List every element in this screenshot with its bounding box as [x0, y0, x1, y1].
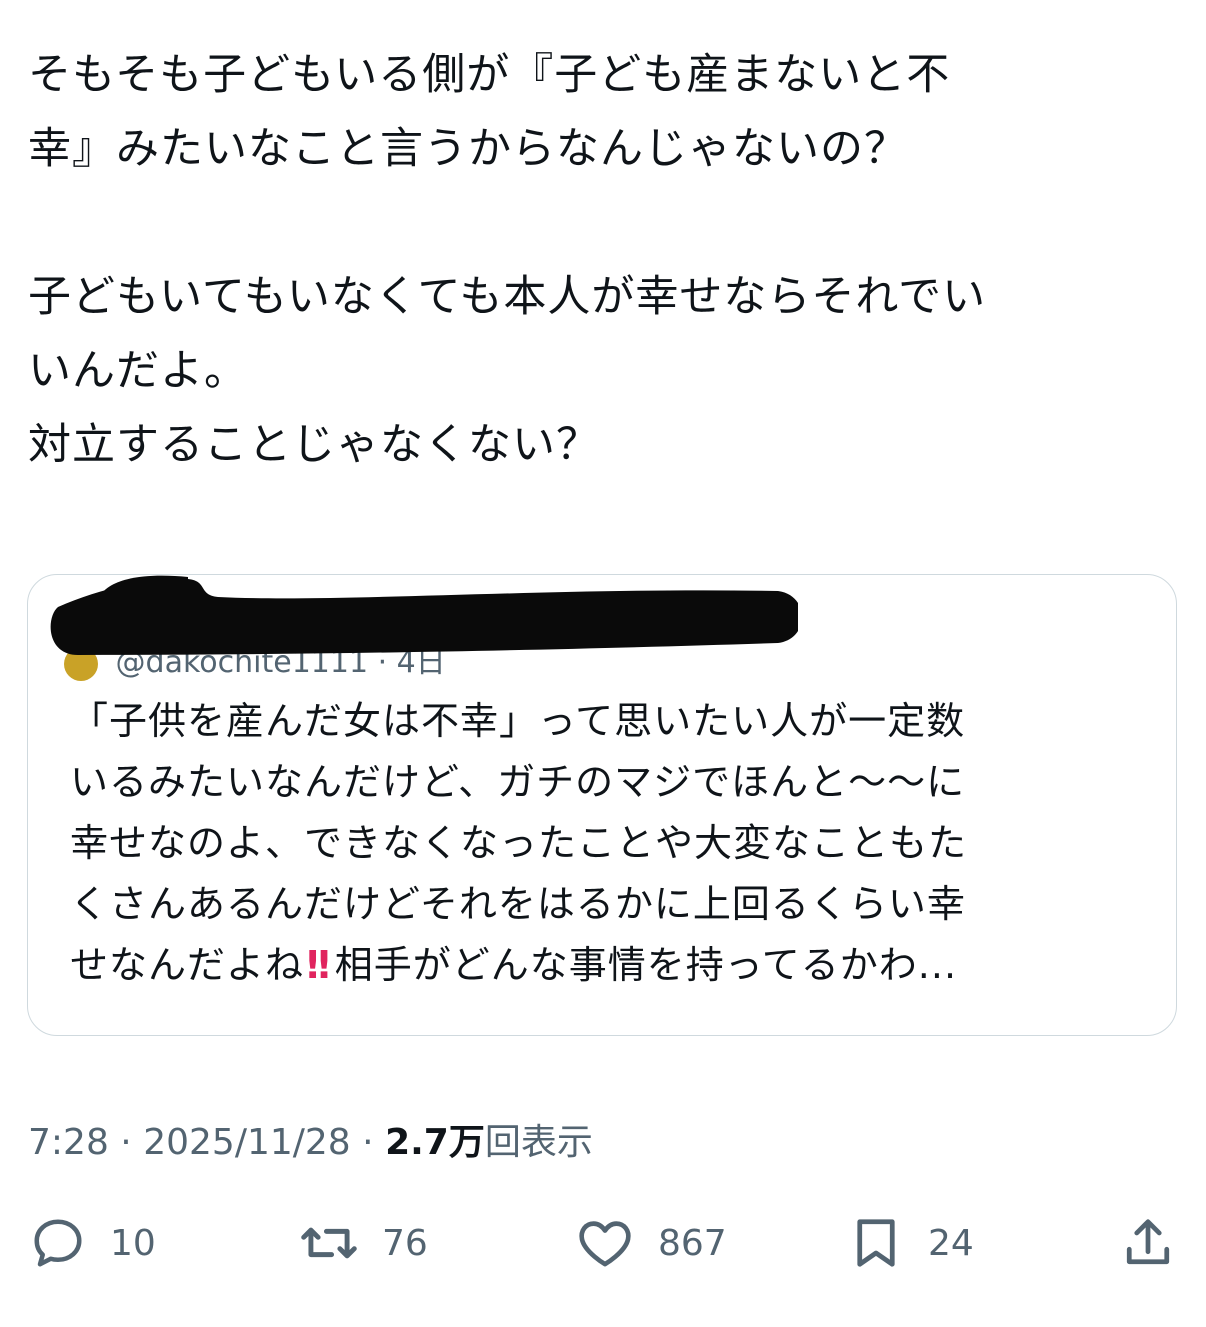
bookmark-count: 24	[928, 1222, 974, 1264]
views-count: 2.7万	[385, 1122, 485, 1163]
reply-button[interactable]: 10	[28, 1208, 156, 1278]
quoted-line: くさんあるんだけどそれをはるかに上回るくらい幸	[70, 882, 966, 926]
double-exclamation-emoji: !!	[304, 943, 333, 987]
like-button[interactable]: 867	[574, 1208, 727, 1278]
reply-count: 10	[110, 1222, 156, 1264]
tweet-line: 対立することじゃなくない？	[28, 420, 600, 470]
avatar[interactable]	[64, 646, 98, 681]
quoted-line-start: せなんだよね	[70, 943, 305, 987]
bookmark-icon	[857, 1219, 895, 1267]
share-button[interactable]	[1118, 1208, 1178, 1278]
retweet-button[interactable]: 76	[298, 1208, 428, 1278]
action-bar: 10 76 867 24	[0, 1208, 1206, 1278]
like-count: 867	[658, 1222, 727, 1264]
tweet-paragraph: そもそも子どもいる側が『子ども産まないと不 幸』みたいなこと言うからなんじゃない…	[28, 38, 1178, 186]
meta-separator: ·	[362, 1122, 374, 1163]
tweet-text: そもそも子どもいる側が『子ども産まないと不 幸』みたいなこと言うからなんじゃない…	[28, 38, 1178, 482]
retweet-icon	[301, 1227, 357, 1259]
quoted-tweet-handle-date: @dakochite1111 · 4日	[115, 645, 446, 680]
tweet-date[interactable]: 2025/11/28	[143, 1122, 351, 1163]
views-label: 回表示	[484, 1122, 593, 1163]
tweet-line: そもそも子どもいる側が『子ども産まないと不	[28, 50, 951, 100]
tweet-line: 幸』みたいなこと言うからなんじゃないの？	[28, 124, 908, 174]
tweet-time[interactable]: 7:28	[28, 1122, 109, 1163]
meta-separator: ·	[120, 1122, 132, 1163]
heart-icon	[579, 1221, 631, 1267]
quoted-line: 幸せなのよ、できなくなったことや大変なこともた	[70, 821, 968, 865]
tweet-meta: 7:28 · 2025/11/28 · 2.7万回表示	[28, 1113, 593, 1165]
quoted-line-tail: 相手がどんな事情を持ってるかわ...	[334, 943, 958, 987]
tweet-line: 子どもいてもいなくても本人が幸せならそれでい	[28, 272, 987, 322]
tweet-paragraph: 子どもいてもいなくても本人が幸せならそれでい いんだよ。 対立することじゃなくな…	[28, 260, 1178, 482]
quoted-line: せなんだよね!! 相手がどんな事情を持ってるかわ...	[70, 935, 1150, 996]
tweet-line: いんだよ。	[28, 346, 248, 396]
quoted-line: いるみたいなんだけど、ガチのマジでほんと〜〜に	[70, 760, 966, 804]
share-icon	[1126, 1219, 1170, 1265]
quoted-line: 「子供を産んだ女は不幸」って思いたい人が一定数	[70, 699, 966, 743]
bookmark-button[interactable]: 24	[846, 1208, 974, 1278]
quoted-tweet-text: 「子供を産んだ女は不幸」って思いたい人が一定数 いるみたいなんだけど、ガチのマジ…	[70, 691, 1150, 996]
retweet-count: 76	[382, 1222, 428, 1264]
quoted-tweet-card[interactable]: @dakochite1111 · 4日 「子供を産んだ女は不幸」って思いたい人が…	[27, 574, 1177, 1036]
reply-icon	[34, 1219, 82, 1267]
quoted-tweet-header: @dakochite1111 · 4日	[64, 637, 446, 681]
